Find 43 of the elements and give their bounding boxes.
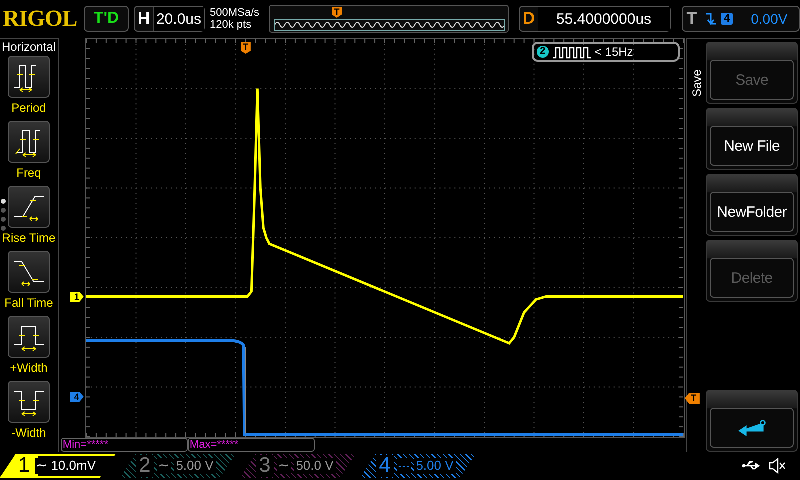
page-dot[interactable] (1, 226, 6, 231)
page-dot[interactable] (1, 199, 6, 204)
back-softkey[interactable] (706, 390, 798, 452)
channel-marker: 4 (70, 392, 84, 402)
menu-title: Horizontal (0, 39, 57, 54)
mute-icon (769, 458, 786, 474)
falling-edge-icon (705, 12, 717, 26)
page-dot[interactable] (1, 208, 6, 213)
channel-marker: 1 (70, 292, 84, 302)
counter-reading: < 15Hz (594, 45, 634, 59)
page-dot[interactable] (1, 217, 6, 222)
sample-rate: 500MSa/s (210, 7, 261, 19)
timebase-field[interactable]: H 20.0us (134, 6, 205, 32)
run-status[interactable]: T'D (84, 6, 129, 32)
trigger-field[interactable]: T 4 0.00V (682, 6, 800, 32)
pulse-icon (552, 46, 591, 58)
trigger-marker: T (684, 393, 700, 404)
counter-channel: 2 (536, 46, 549, 58)
measure-item[interactable]: +Width (0, 314, 58, 379)
return-arrow-icon[interactable] (739, 420, 766, 436)
trigger-position-marker: T (332, 7, 342, 18)
trigger-level: 0.00V (751, 11, 788, 27)
softkey[interactable]: NewFolder (706, 174, 798, 236)
measure-item[interactable]: Rise Time (0, 184, 58, 249)
trigger-marker: T (240, 42, 251, 54)
statistic-readout: Min=***** (60, 438, 188, 452)
measure-item[interactable]: Period (0, 54, 58, 119)
wave-icon (275, 20, 504, 30)
channel-tab[interactable]: 2 ~ 5.00 V (120, 454, 236, 478)
menu-title: Save (690, 68, 704, 97)
trigger-source: 4 (721, 13, 734, 25)
measure-item[interactable]: -Width (0, 379, 58, 444)
measure-item[interactable]: Freq (0, 119, 58, 184)
memory-depth: 120k pts (210, 19, 253, 31)
statistic-readout: Max=***** (188, 438, 315, 452)
channel-tab[interactable]: 3 ~ 50.0 V (240, 454, 356, 478)
usb-icon (742, 460, 761, 472)
channel-tab[interactable]: 4 ⎓ 5.00 V (360, 454, 476, 478)
delay-field[interactable]: D 55.4000000us (519, 6, 671, 32)
brand-logo: RIGOL (3, 6, 78, 32)
softkey[interactable]: New File (706, 108, 798, 170)
measure-item[interactable]: Fall Time (0, 249, 58, 314)
channel-tab[interactable]: 1 ~ 10.0mV (0, 454, 116, 478)
